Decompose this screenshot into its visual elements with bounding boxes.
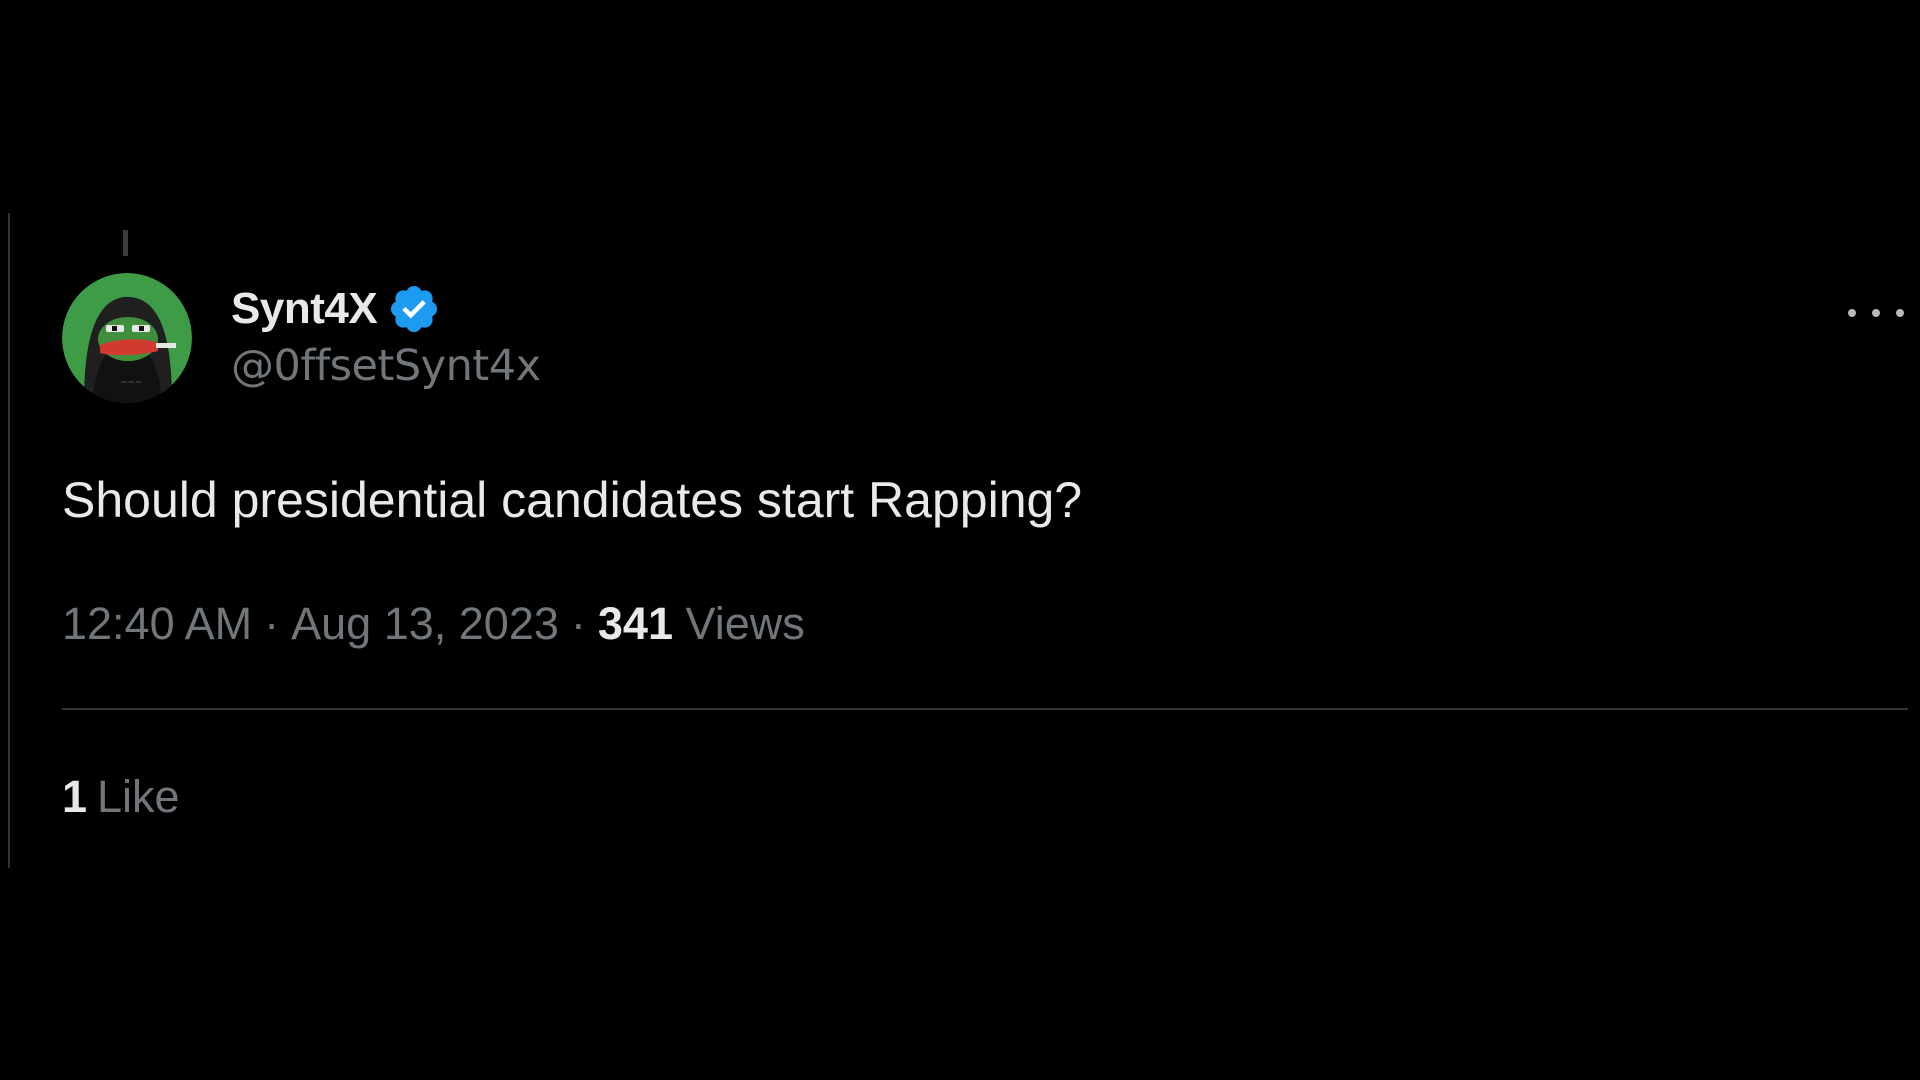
svg-text:~~~: ~~~ — [120, 378, 143, 388]
more-horizontal-icon — [1848, 309, 1856, 317]
divider — [62, 708, 1908, 710]
thread-connector — [123, 230, 128, 256]
views-count: 341 — [597, 598, 673, 649]
tweet-meta: 12:40 AM · Aug 13, 2023 · 341 Views — [62, 598, 805, 650]
likes-count: 1 — [62, 771, 88, 822]
author-name-row[interactable]: Synt4X — [231, 279, 441, 339]
tweet-text: Should presidential candidates start Rap… — [62, 472, 1083, 528]
meta-separator: · — [570, 598, 586, 649]
likes-label: Like — [97, 771, 180, 822]
author-handle[interactable]: @0ffsetSynt4x — [231, 341, 541, 391]
meta-separator: · — [264, 598, 280, 649]
hooded-pepe-frog-avatar-icon: ~~~ — [62, 273, 192, 403]
verified-badge-icon — [391, 285, 438, 333]
avatar[interactable]: ~~~ — [62, 273, 192, 403]
likes-link[interactable]: 1 Like — [62, 771, 180, 823]
tweet-card: ~~~ Synt4X @0ffsetSynt4x Should presiden… — [0, 213, 1920, 868]
author-name[interactable]: Synt4X — [231, 284, 378, 334]
thread-border — [8, 213, 10, 868]
more-horizontal-icon — [1872, 309, 1880, 317]
more-horizontal-icon — [1896, 309, 1904, 317]
views-label: Views — [685, 598, 805, 649]
more-options-button[interactable] — [1848, 293, 1904, 333]
tweet-time[interactable]: 12:40 AM — [62, 598, 252, 649]
tweet-date[interactable]: Aug 13, 2023 — [291, 598, 559, 649]
